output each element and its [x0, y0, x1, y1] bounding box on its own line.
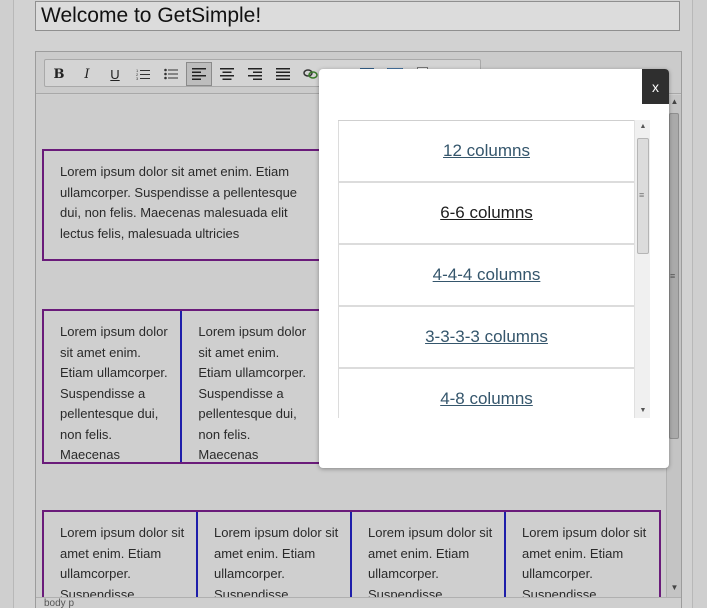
numbered-list-icon: 123: [136, 68, 150, 80]
align-left-icon: [192, 68, 206, 80]
template-option-4-4-4[interactable]: 4-4-4 columns: [338, 245, 634, 307]
bold-button[interactable]: B: [46, 62, 72, 86]
templates-dialog: 12 columns 6-6 columns 4-4-4 columns 3-3…: [319, 69, 669, 468]
justify-button[interactable]: [270, 62, 296, 86]
template-option-12[interactable]: 12 columns: [338, 121, 634, 183]
template-link[interactable]: 4-4-4 columns: [433, 265, 541, 285]
page-background: B I U 123: [0, 0, 707, 608]
close-dialog-button[interactable]: x: [642, 69, 669, 104]
grid-cell[interactable]: Lorem ipsum dolor sit amet enim. Etiam u…: [198, 512, 352, 597]
grid-cell[interactable]: Lorem ipsum dolor sit amet enim. Etiam u…: [44, 151, 320, 259]
template-link[interactable]: 4-8 columns: [440, 389, 533, 409]
grid-cell[interactable]: Lorem ipsum dolor sit amet enim. Etiam u…: [44, 512, 198, 597]
bulleted-list-button[interactable]: [158, 62, 184, 86]
align-right-icon: [248, 68, 262, 80]
svg-text:3: 3: [136, 76, 139, 80]
page-title-input[interactable]: [35, 1, 680, 31]
align-right-button[interactable]: [242, 62, 268, 86]
element-path-bar: body p: [36, 597, 681, 608]
template-option-4-8[interactable]: 4-8 columns: [338, 369, 634, 418]
template-option-6-6[interactable]: 6-6 columns: [338, 183, 634, 245]
justify-icon: [276, 68, 290, 80]
link-icon: [303, 69, 318, 79]
template-list-scrollbar[interactable]: ▲ ≡ ▼: [634, 120, 650, 418]
template-link[interactable]: 3-3-3-3 columns: [425, 327, 548, 347]
scroll-down-arrow-icon[interactable]: ▼: [667, 581, 682, 595]
scroll-grip-icon: ≡: [639, 190, 645, 200]
align-center-button[interactable]: [214, 62, 240, 86]
template-link[interactable]: 12 columns: [443, 141, 530, 161]
grid-cell[interactable]: Lorem ipsum dolor sit amet enim. Etiam u…: [44, 311, 183, 462]
template-link[interactable]: 6-6 columns: [440, 203, 533, 223]
bulleted-list-icon: [164, 68, 178, 80]
grid-row-3-3-3-3: Lorem ipsum dolor sit amet enim. Etiam u…: [42, 510, 661, 597]
align-left-button[interactable]: [186, 62, 212, 86]
grid-row-12: Lorem ipsum dolor sit amet enim. Etiam u…: [42, 149, 320, 261]
grid-cell[interactable]: Lorem ipsum dolor sit amet enim. Etiam u…: [182, 311, 320, 462]
scroll-up-arrow-icon[interactable]: ▲: [635, 120, 651, 134]
scroll-up-arrow-icon[interactable]: ▲: [667, 95, 682, 109]
template-option-3-3-3-3[interactable]: 3-3-3-3 columns: [338, 307, 634, 369]
right-gutter: [692, 0, 707, 608]
template-list: 12 columns 6-6 columns 4-4-4 columns 3-3…: [338, 120, 634, 418]
scroll-grip-icon: ≡: [670, 271, 676, 281]
italic-button[interactable]: I: [74, 62, 100, 86]
scroll-down-arrow-icon[interactable]: ▼: [635, 404, 651, 418]
grid-cell[interactable]: Lorem ipsum dolor sit amet enim. Etiam u…: [506, 512, 659, 597]
grid-row-6-6: Lorem ipsum dolor sit amet enim. Etiam u…: [42, 309, 320, 464]
align-center-icon: [220, 68, 234, 80]
underline-button[interactable]: U: [102, 62, 128, 86]
grid-cell[interactable]: Lorem ipsum dolor sit amet enim. Etiam u…: [352, 512, 506, 597]
left-gutter: [0, 0, 14, 608]
numbered-list-button[interactable]: 123: [130, 62, 156, 86]
